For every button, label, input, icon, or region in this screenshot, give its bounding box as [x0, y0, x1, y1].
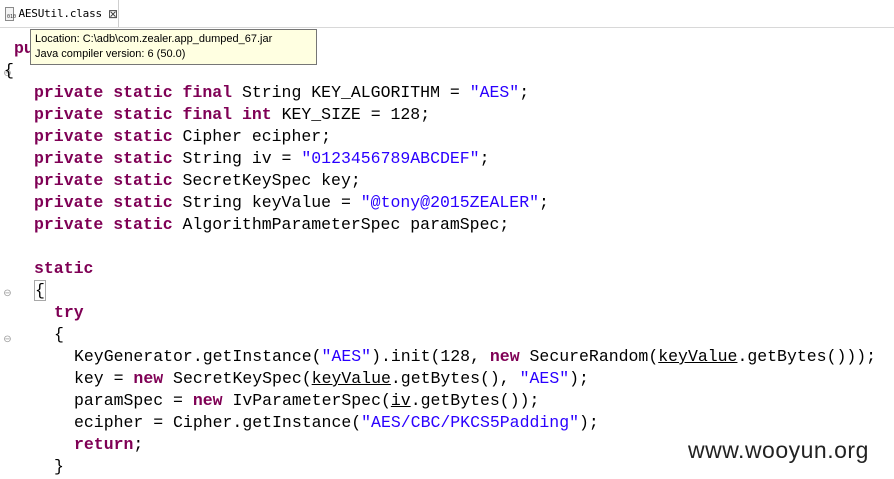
fold-collapse-icon[interactable]: ⊖	[2, 288, 13, 299]
code-line-12: try	[54, 302, 84, 324]
keyword: private static final	[34, 83, 233, 102]
code-line-3: private static final String KEY_ALGORITH…	[34, 82, 529, 104]
code-line-5: private static Cipher ecipher;	[34, 126, 331, 148]
code-text: ;	[479, 149, 490, 168]
code-line-7: private static SecretKeySpec key;	[34, 170, 361, 192]
code-line-9: private static AlgorithmParameterSpec pa…	[34, 214, 509, 236]
class-file-icon: 010	[5, 6, 17, 21]
string-literal: "@tony@2015ZEALER"	[360, 193, 539, 212]
code-text: KeyGenerator.getInstance(	[74, 347, 322, 366]
keyword: static	[34, 259, 94, 278]
keyword: private static	[34, 215, 173, 234]
close-icon[interactable]: ⊠	[108, 7, 118, 21]
keyword: private static	[34, 127, 173, 146]
keyword: private static	[34, 193, 173, 212]
code-line-4: private static final int KEY_SIZE = 128;	[34, 104, 430, 126]
close-brace: }	[54, 457, 64, 476]
code-text: String KEY_ALGORITHM =	[232, 83, 470, 102]
field-reference: keyValue	[311, 369, 391, 388]
code-text: SecretKeySpec(	[163, 369, 312, 388]
string-literal: "0123456789ABCDEF"	[301, 149, 480, 168]
code-line-16: paramSpec = new IvParameterSpec(iv.getBy…	[74, 390, 539, 412]
code-line-13: {	[54, 324, 64, 346]
string-literal: "AES"	[321, 347, 372, 366]
code-text: KEY_SIZE = 128;	[271, 105, 431, 124]
code-line-11: {	[34, 280, 46, 302]
keyword: private static final	[34, 105, 233, 124]
code-line-18: return;	[74, 434, 143, 456]
class-file-icon-text: 010	[6, 13, 17, 20]
keyword: new	[133, 369, 164, 388]
hover-tooltip: Location: C:\adb\com.zealer.app_dumped_6…	[30, 29, 317, 65]
code-text: SecretKeySpec key;	[172, 171, 361, 190]
code-text: SecureRandom(	[519, 347, 659, 366]
code-line-8: private static String keyValue = "@tony@…	[34, 192, 549, 214]
keyword: new	[192, 391, 223, 410]
tooltip-compiler-version: Java compiler version: 6 (50.0)	[35, 48, 186, 60]
code-text: paramSpec =	[74, 391, 193, 410]
open-brace: {	[34, 280, 46, 301]
editor-gutter: ⊖ ⊖ ⊖	[0, 28, 13, 479]
code-text: ).init(128,	[371, 347, 490, 366]
open-brace: {	[54, 325, 64, 344]
code-line-17: ecipher = Cipher.getInstance("AES/CBC/PK…	[74, 412, 599, 434]
keyword: private static	[34, 149, 173, 168]
keyword: new	[489, 347, 520, 366]
code-text: ;	[133, 435, 144, 454]
code-text: ;	[519, 83, 530, 102]
code-line-10: static	[34, 258, 93, 280]
code-line-6: private static String iv = "0123456789AB…	[34, 148, 490, 170]
field-reference: keyValue	[658, 347, 738, 366]
keyword: private static	[34, 171, 173, 190]
code-text: AlgorithmParameterSpec paramSpec;	[172, 215, 510, 234]
code-line-2: {	[4, 60, 14, 82]
string-literal: "AES"	[519, 369, 570, 388]
keyword: try	[54, 303, 84, 322]
keyword: int	[241, 105, 272, 124]
code-line-14: KeyGenerator.getInstance("AES").init(128…	[74, 346, 876, 368]
open-brace: {	[4, 61, 14, 80]
code-text: );	[579, 413, 599, 432]
code-text: IvParameterSpec(	[222, 391, 391, 410]
keyword: return	[74, 435, 134, 454]
editor-tab-bar: 010 AESUtil.class ⊠	[0, 0, 894, 28]
code-text: Cipher ecipher;	[172, 127, 332, 146]
code-text: key =	[74, 369, 134, 388]
tab-aesutil-class[interactable]: 010 AESUtil.class ⊠	[0, 0, 119, 27]
code-text: String iv =	[172, 149, 302, 168]
code-text: .getBytes()));	[737, 347, 877, 366]
code-text: .getBytes(),	[390, 369, 520, 388]
code-text: .getBytes());	[410, 391, 540, 410]
watermark: www.wooyun.org	[688, 437, 869, 463]
code-line-19: }	[54, 456, 64, 478]
code-text: String keyValue =	[172, 193, 361, 212]
tab-label: AESUtil.class	[18, 7, 102, 20]
fold-collapse-icon[interactable]: ⊖	[2, 334, 13, 345]
code-line-15: key = new SecretKeySpec(keyValue.getByte…	[74, 368, 589, 390]
string-literal: "AES/CBC/PKCS5Padding"	[361, 413, 579, 432]
code-text: );	[569, 369, 589, 388]
code-text: ;	[539, 193, 549, 212]
field-reference: iv	[390, 391, 411, 410]
string-literal: "AES"	[469, 83, 520, 102]
code-text: ecipher = Cipher.getInstance(	[74, 413, 362, 432]
tooltip-location: Location: C:\adb\com.zealer.app_dumped_6…	[35, 33, 273, 45]
